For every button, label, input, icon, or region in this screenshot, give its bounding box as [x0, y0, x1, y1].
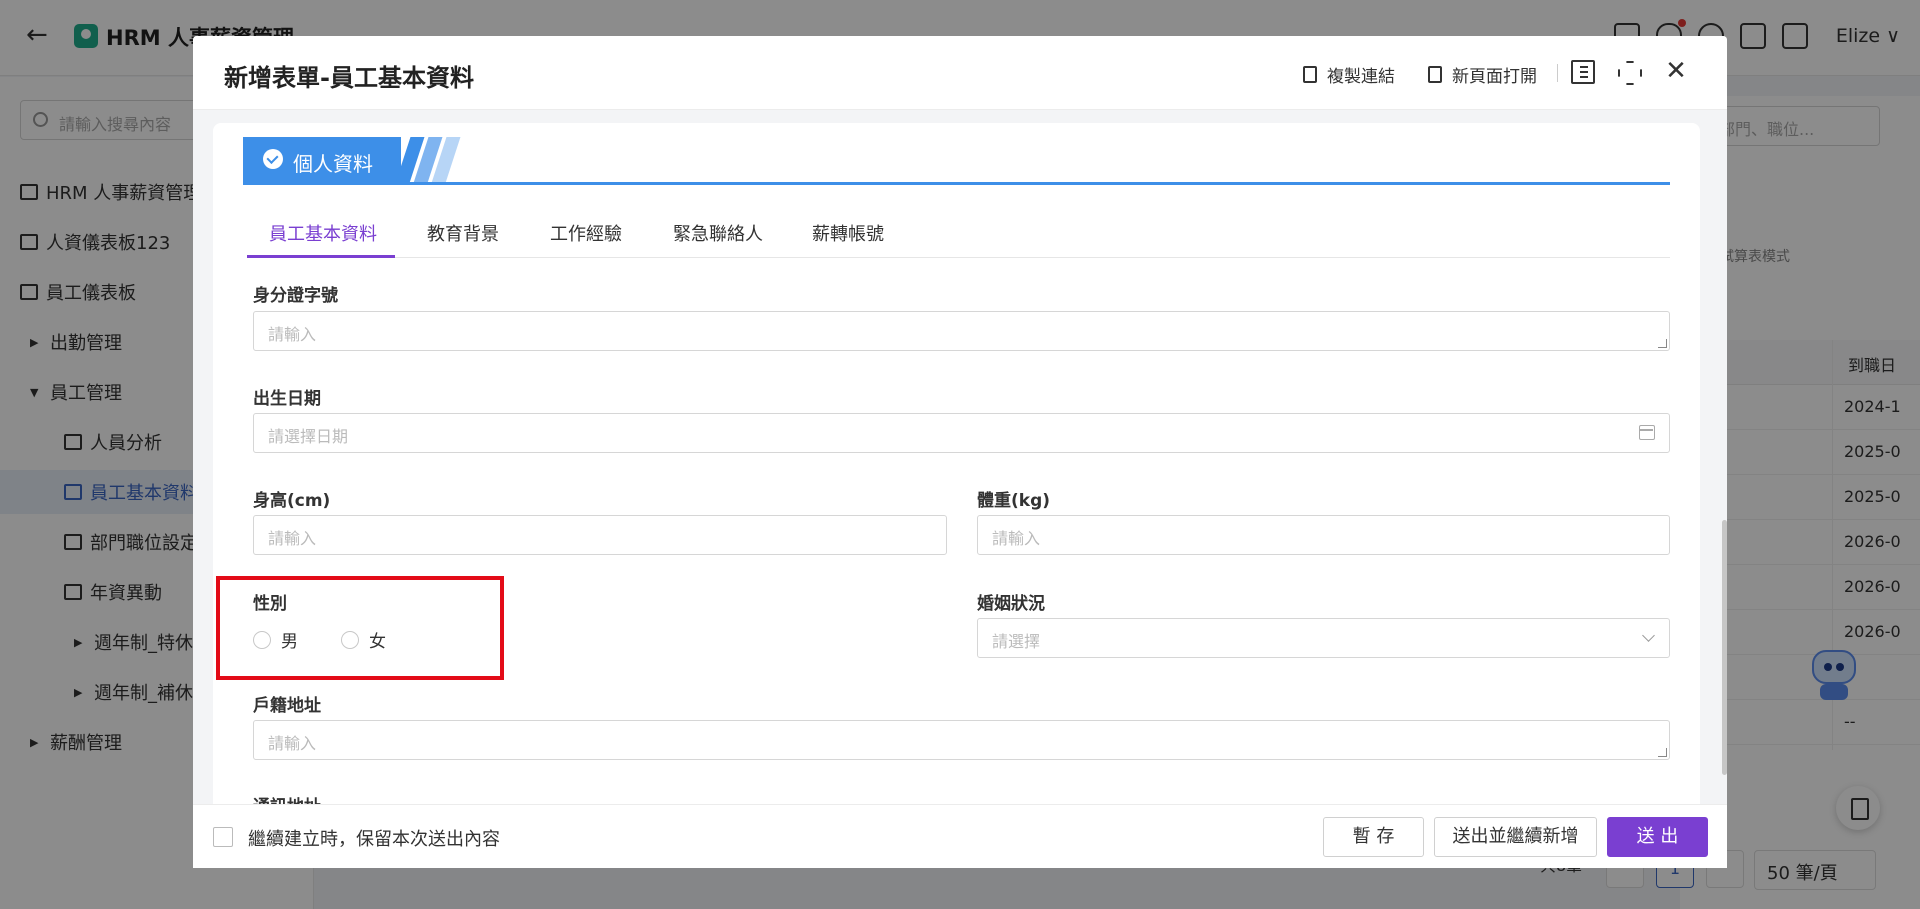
weight-label: 體重(kg): [977, 491, 1051, 511]
fullscreen-icon[interactable]: [1617, 60, 1641, 84]
weight-input[interactable]: 請輸入: [977, 515, 1670, 555]
household-address-placeholder: 請輸入: [268, 734, 317, 753]
save-draft-button[interactable]: 暫 存: [1323, 817, 1424, 857]
birth-date-placeholder: 請選擇日期: [268, 427, 349, 446]
submit-button[interactable]: 送 出: [1607, 817, 1708, 857]
external-link-icon: [1428, 66, 1442, 83]
tab-emergency-contact[interactable]: 緊急聯絡人: [673, 220, 763, 246]
section-underline: [243, 182, 1670, 185]
copy-link-button[interactable]: 複製連結: [1303, 62, 1395, 87]
mailing-address-label: 通訊地址: [253, 792, 321, 804]
tab-education[interactable]: 教育背景: [427, 220, 499, 246]
modal-footer: 繼續建立時，保留本次送出內容 暫 存 送出並繼續新增 送 出: [193, 804, 1727, 868]
keep-content-label: 繼續建立時，保留本次送出內容: [248, 829, 500, 850]
chevron-down-icon: [1642, 629, 1655, 642]
birth-date-picker[interactable]: 請選擇日期: [253, 413, 1670, 453]
calendar-icon: [1639, 425, 1655, 440]
open-new-page-label: 新頁面打開: [1452, 67, 1537, 87]
header-divider: [1557, 64, 1558, 82]
section-tab: 個人資料: [243, 137, 401, 183]
household-address-input[interactable]: 請輸入: [253, 720, 1670, 760]
keep-content-checkbox[interactable]: [213, 827, 233, 847]
height-placeholder: 請輸入: [268, 529, 317, 548]
birth-date-label: 出生日期: [253, 389, 321, 409]
household-address-label: 戶籍地址: [253, 696, 321, 716]
close-icon[interactable]: ✕: [1664, 58, 1688, 84]
tab-employee-basic[interactable]: 員工基本資料: [269, 220, 377, 246]
open-new-page-button[interactable]: 新頁面打開: [1428, 62, 1537, 87]
form-tabs: 員工基本資料 教育背景 工作經驗 緊急聯絡人 薪轉帳號: [247, 212, 1670, 258]
highlight-annotation-box: [216, 576, 504, 680]
id-number-label: 身分證字號: [253, 286, 338, 306]
modal-title: 新增表單-員工基本資料: [224, 64, 474, 92]
marital-label: 婚姻狀況: [977, 594, 1045, 614]
collapse-check-icon: [263, 149, 283, 169]
id-number-input[interactable]: 請輸入: [253, 311, 1670, 351]
marital-select[interactable]: 請選擇: [977, 618, 1670, 658]
height-label: 身高(cm): [253, 491, 331, 511]
modal-header: 新增表單-員工基本資料 複製連結 新頁面打開 ✕: [193, 36, 1727, 110]
tab-salary-account[interactable]: 薪轉帳號: [812, 220, 884, 246]
id-number-placeholder: 請輸入: [268, 325, 317, 344]
submit-continue-button[interactable]: 送出並繼續新增: [1434, 817, 1597, 857]
weight-placeholder: 請輸入: [992, 529, 1041, 548]
side-panel-icon[interactable]: [1571, 60, 1595, 84]
copy-link-label: 複製連結: [1327, 67, 1395, 87]
height-input[interactable]: 請輸入: [253, 515, 947, 555]
modal-scrollbar[interactable]: [1722, 520, 1727, 775]
resize-grip-icon[interactable]: [1658, 339, 1667, 348]
marital-placeholder: 請選擇: [992, 632, 1041, 651]
copy-icon: [1303, 66, 1317, 83]
tab-work-experience[interactable]: 工作經驗: [550, 220, 622, 246]
section-header[interactable]: 個人資料: [243, 137, 1670, 185]
active-tab-indicator: [247, 255, 395, 258]
resize-grip-icon[interactable]: [1658, 748, 1667, 757]
section-title: 個人資料: [293, 152, 373, 176]
